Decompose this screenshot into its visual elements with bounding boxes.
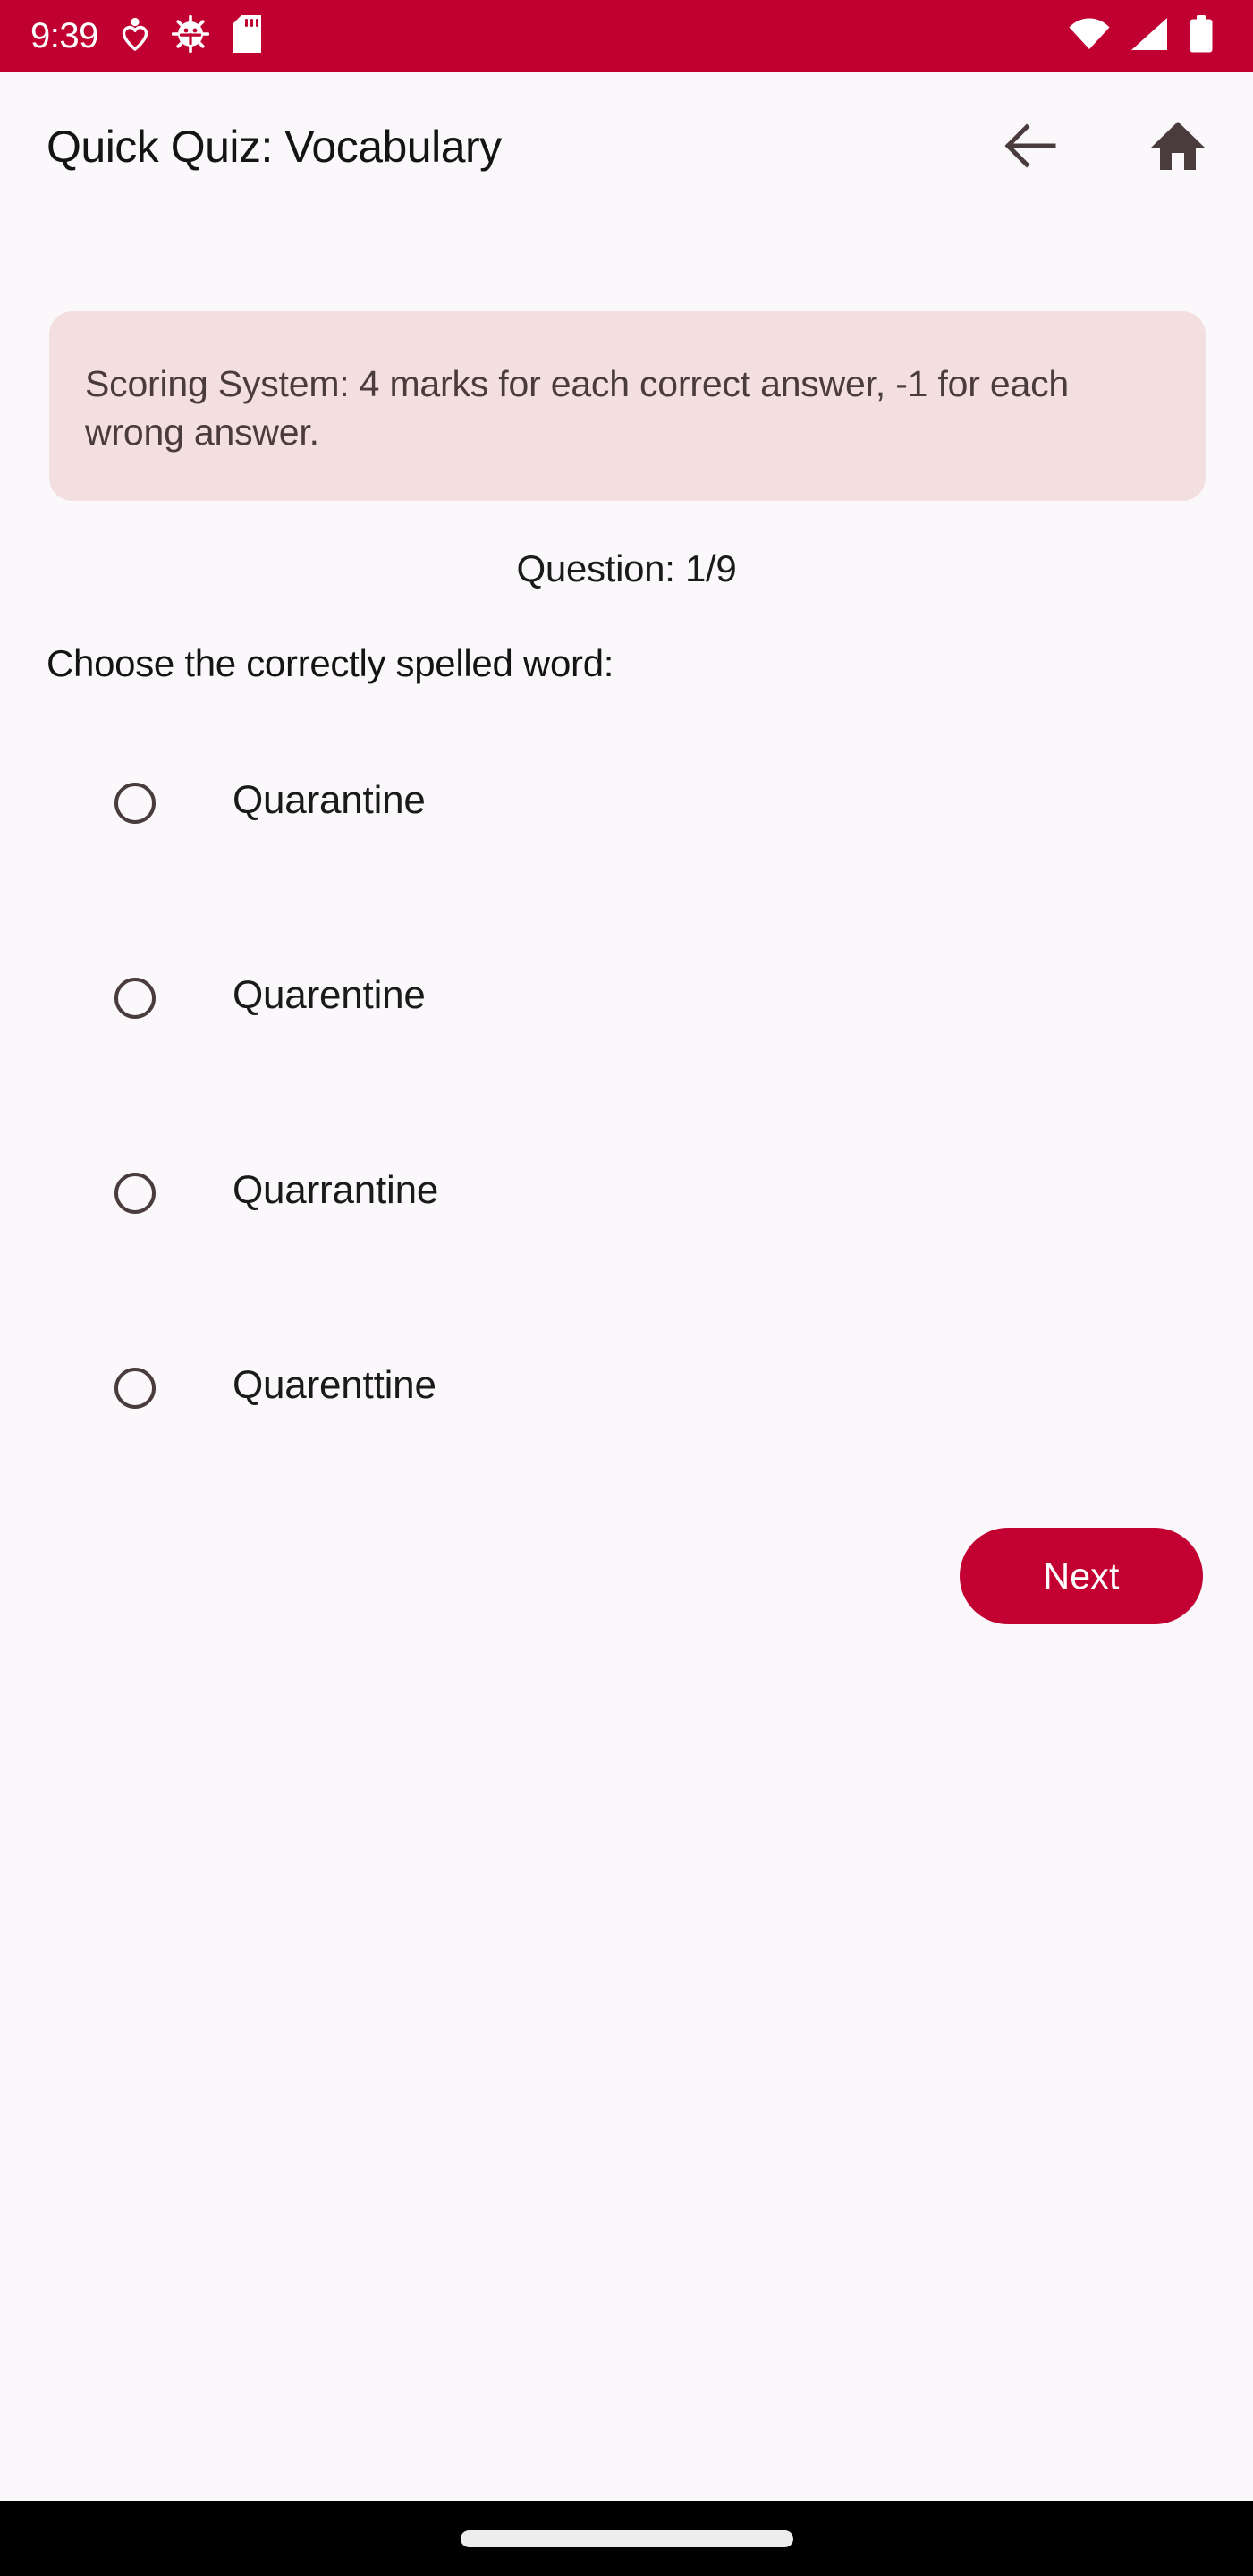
- radio-button-icon[interactable]: [114, 978, 156, 1019]
- answer-option-1[interactable]: Quarantine: [0, 778, 1253, 973]
- gesture-handle[interactable]: [460, 2529, 793, 2547]
- answer-option-label: Quarenttine: [233, 1363, 436, 1407]
- question-counter: Question: 1/9: [516, 547, 737, 589]
- status-bar: 9:39: [0, 0, 1253, 72]
- arrow-left-icon: [1004, 121, 1058, 174]
- wifi-icon: [1069, 17, 1110, 55]
- app-bar: Quick Quiz: Vocabulary: [0, 72, 1253, 222]
- home-button[interactable]: [1146, 114, 1210, 179]
- status-bar-right-group: [1069, 14, 1223, 57]
- answer-option-label: Quarantine: [233, 778, 426, 822]
- battery-icon: [1189, 14, 1214, 57]
- radio-button-icon[interactable]: [114, 1173, 156, 1214]
- answer-option-label: Quarentine: [233, 973, 426, 1017]
- answer-options-list: Quarantine Quarentine Quarrantine Quaren…: [0, 778, 1253, 1558]
- status-bar-clock: 9:39: [30, 16, 98, 55]
- app-bar-actions: [999, 114, 1210, 179]
- next-button[interactable]: Next: [960, 1528, 1203, 1624]
- question-prompt: Choose the correctly spelled word:: [47, 642, 614, 684]
- page-title: Quick Quiz: Vocabulary: [47, 122, 502, 172]
- cellular-signal-icon: [1130, 17, 1169, 55]
- answer-option-3[interactable]: Quarrantine: [0, 1168, 1253, 1363]
- answer-option-2[interactable]: Quarentine: [0, 973, 1253, 1168]
- status-bar-left-group: 9:39: [30, 14, 261, 57]
- answer-option-label: Quarrantine: [233, 1168, 439, 1212]
- bug-debug-icon: [171, 14, 210, 57]
- scoring-system-banner: Scoring System: 4 marks for each correct…: [49, 311, 1206, 501]
- back-button[interactable]: [999, 114, 1063, 179]
- accessibility-heart-icon: [122, 17, 148, 55]
- radio-button-icon[interactable]: [114, 783, 156, 824]
- scoring-system-text: Scoring System: 4 marks for each correct…: [85, 362, 1069, 453]
- system-navigation-bar: [0, 2501, 1253, 2576]
- home-icon: [1150, 120, 1206, 174]
- radio-button-icon[interactable]: [114, 1368, 156, 1409]
- sd-card-icon: [232, 14, 261, 57]
